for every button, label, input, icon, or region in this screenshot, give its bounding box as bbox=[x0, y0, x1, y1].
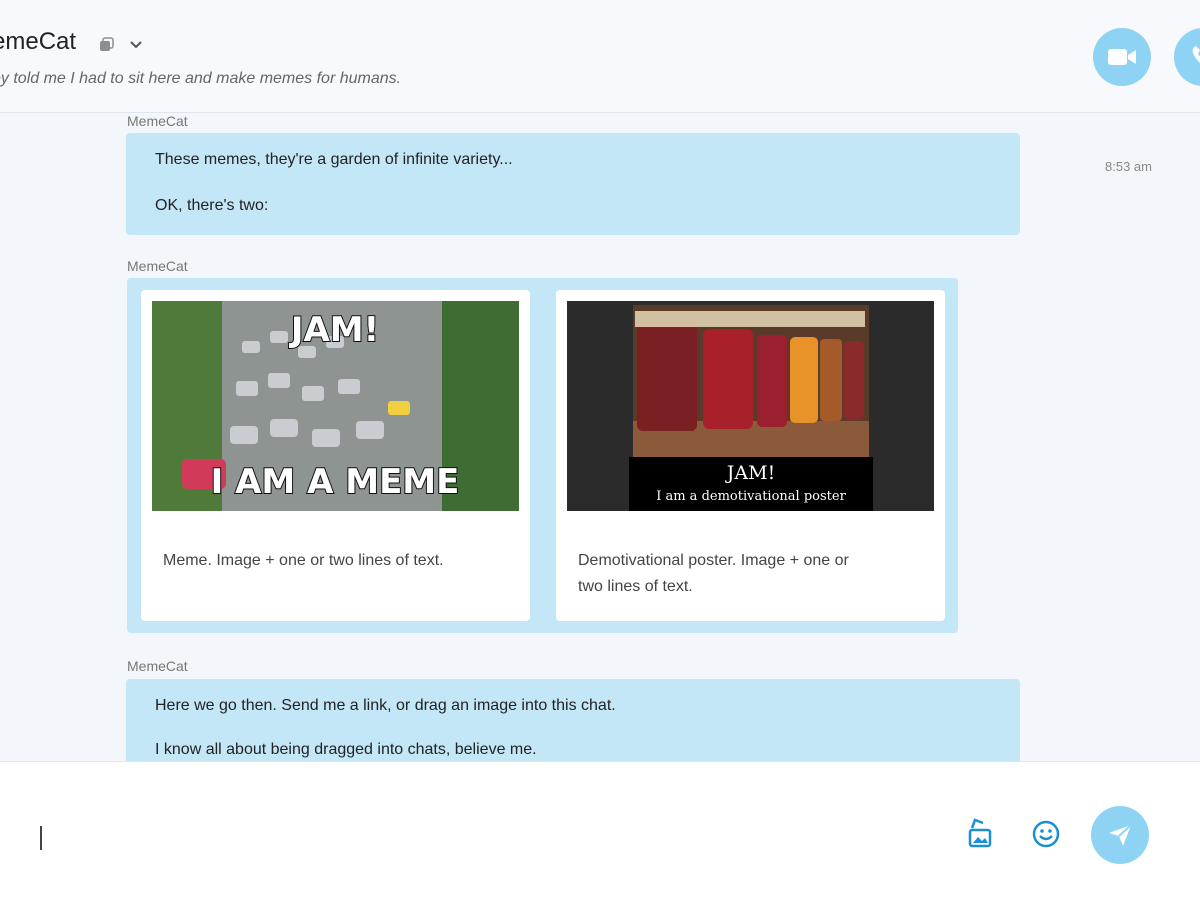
message-text: Here we go then. Send me a link, or drag… bbox=[155, 697, 616, 714]
meme-image[interactable]: JAM! I AM A MEME bbox=[152, 301, 519, 511]
demotivational-card[interactable]: JAM! I am a demotivational poster Demoti… bbox=[556, 290, 945, 621]
send-icon bbox=[1109, 824, 1132, 846]
sender-name: MemeCat bbox=[127, 258, 188, 274]
card-caption-line: Demotivational poster. Image + one or bbox=[578, 552, 849, 569]
chevron-down-icon[interactable] bbox=[128, 36, 144, 52]
meme-top-text: JAM! bbox=[289, 310, 379, 350]
message-bubble[interactable]: Here we go then. Send me a link, or drag… bbox=[126, 679, 1020, 761]
message-text: These memes, they're a garden of infinit… bbox=[155, 151, 513, 168]
poster-subtitle: I am a demotivational poster bbox=[656, 489, 846, 504]
card-caption: Demotivational poster. Image + one or tw… bbox=[578, 548, 849, 600]
copy-icon[interactable] bbox=[98, 37, 114, 53]
emoji-icon[interactable] bbox=[1029, 817, 1063, 851]
sender-name: MemeCat bbox=[127, 113, 188, 129]
meme-bottom-text: I AM A MEME bbox=[211, 462, 460, 502]
mood-message: ey told me I had to sit here and make me… bbox=[0, 70, 402, 87]
audio-call-icon bbox=[1192, 46, 1200, 63]
video-call-icon bbox=[1108, 49, 1136, 65]
message-timestamp: 8:53 am bbox=[1105, 159, 1152, 174]
message-composer[interactable] bbox=[0, 761, 1200, 901]
conversation-area[interactable]: MemeCat These memes, they're a garden of… bbox=[0, 113, 1200, 761]
chat-header: emeCat ey told me I had to sit here and … bbox=[0, 0, 1200, 113]
jam-jars-image: JAM! I am a demotivational poster bbox=[567, 301, 934, 511]
card-caption-line: Meme. Image + one or two lines of text. bbox=[163, 552, 444, 569]
video-call-button[interactable] bbox=[1093, 28, 1151, 86]
meme-card[interactable]: JAM! I AM A MEME Meme. Image + one or tw… bbox=[141, 290, 530, 621]
message-bubble[interactable]: These memes, they're a garden of infinit… bbox=[126, 133, 1020, 235]
demotivational-image[interactable]: JAM! I am a demotivational poster bbox=[567, 301, 934, 511]
message-input[interactable] bbox=[30, 812, 930, 862]
audio-call-button[interactable] bbox=[1174, 28, 1200, 86]
send-button[interactable] bbox=[1091, 806, 1149, 864]
message-text: OK, there's two: bbox=[155, 197, 269, 214]
traffic-jam-image: JAM! I AM A MEME bbox=[152, 301, 519, 511]
sender-name: MemeCat bbox=[127, 658, 188, 674]
card-caption-line: two lines of text. bbox=[578, 578, 693, 595]
message-text: I know all about being dragged into chat… bbox=[155, 741, 537, 758]
media-icon[interactable] bbox=[963, 817, 997, 851]
poster-title: JAM! bbox=[725, 462, 775, 484]
contact-name[interactable]: emeCat bbox=[0, 28, 76, 56]
card-caption: Meme. Image + one or two lines of text. bbox=[163, 548, 444, 574]
